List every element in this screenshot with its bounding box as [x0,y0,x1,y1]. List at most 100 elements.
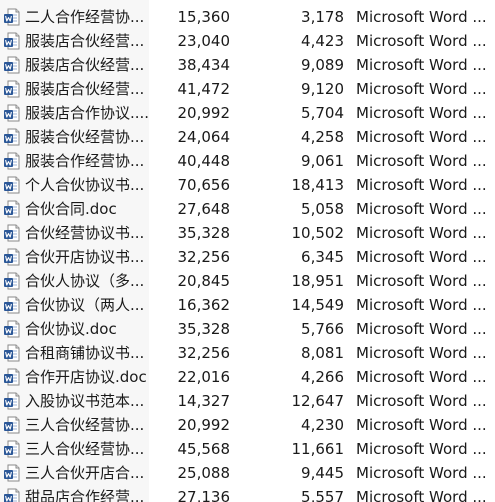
word-document-icon [3,32,21,50]
file-type: Microsoft Word ... [356,440,487,458]
file-row-13[interactable]: 合伙协议（两人... 16,362 14,549 Microsoft Word … [0,293,495,317]
file-row-4[interactable]: 服装店合伙经营... 41,472 9,120 Microsoft Word .… [0,77,495,101]
file-row-3[interactable]: 服装店合伙经营... 38,434 9,089 Microsoft Word .… [0,53,495,77]
file-size: 4,266 [301,368,344,386]
file-size: 12,647 [291,392,345,410]
word-document-icon [3,488,21,502]
file-type: Microsoft Word ... [356,56,487,74]
file-row-5[interactable]: 服装店合作协议.... 20,992 5,704 Microsoft Word … [0,101,495,125]
file-type: Microsoft Word ... [356,344,487,362]
file-name: 二人合作经营协... [25,8,145,26]
file-name: 服装合作经营协... [25,152,145,170]
file-row-19[interactable]: 三人合伙经营协... 45,568 11,661 Microsoft Word … [0,437,495,461]
file-size: 18,413 [291,176,345,194]
file-size: 8,081 [301,344,344,362]
file-size: 5,557 [301,488,344,502]
file-type: Microsoft Word ... [356,32,487,50]
word-document-icon [3,80,21,98]
word-document-icon [3,440,21,458]
file-type: Microsoft Word ... [356,176,487,194]
file-type: Microsoft Word ... [356,152,487,170]
word-document-icon [3,104,21,122]
file-row-6[interactable]: 服装合伙经营协... 24,064 4,258 Microsoft Word .… [0,125,495,149]
file-compressed-size: 15,360 [177,8,231,26]
word-document-icon [3,344,21,362]
file-row-7[interactable]: 服装合作经营协... 40,448 9,061 Microsoft Word .… [0,149,495,173]
file-compressed-size: 20,992 [177,104,231,122]
file-type: Microsoft Word ... [356,104,487,122]
file-type: Microsoft Word ... [356,224,487,242]
file-row-21[interactable]: 甜品店合作经营... 27,136 5,557 Microsoft Word .… [0,485,495,502]
file-type: Microsoft Word ... [356,320,487,338]
word-document-icon [3,296,21,314]
file-row-1[interactable]: 二人合作经营协... 15,360 3,178 Microsoft Word .… [0,5,495,29]
file-compressed-size: 35,328 [177,224,231,242]
file-size: 4,230 [301,416,344,434]
file-compressed-size: 22,016 [177,368,231,386]
word-document-icon [3,392,21,410]
file-name: 三人合伙开店合... [25,464,145,482]
file-type: Microsoft Word ... [356,416,487,434]
file-row-12[interactable]: 合伙人协议（多... 20,845 18,951 Microsoft Word … [0,269,495,293]
word-document-icon [3,368,21,386]
file-name: 服装店合伙经营... [25,56,145,74]
file-name: 三人合伙经营协... [25,416,145,434]
file-type: Microsoft Word ... [356,272,487,290]
file-type: Microsoft Word ... [356,200,487,218]
file-type: Microsoft Word ... [356,368,487,386]
word-document-icon [3,56,21,74]
file-compressed-size: 14,327 [177,392,231,410]
file-compressed-size: 24,064 [177,128,231,146]
file-size: 6,345 [301,248,344,266]
file-size: 4,258 [301,128,344,146]
file-row-10[interactable]: 合伙经营协议书... 35,328 10,502 Microsoft Word … [0,221,495,245]
file-row-20[interactable]: 三人合伙开店合... 25,088 9,445 Microsoft Word .… [0,461,495,485]
file-row-2[interactable]: 服装店合伙经营... 23,040 4,423 Microsoft Word .… [0,29,495,53]
file-name: 合伙协议（两人... [25,296,145,314]
file-size: 9,061 [301,152,344,170]
word-document-icon [3,152,21,170]
file-size: 9,445 [301,464,344,482]
file-row-18[interactable]: 三人合伙经营协... 20,992 4,230 Microsoft Word .… [0,413,495,437]
file-name: 合伙人协议（多... [25,272,145,290]
word-document-icon [3,320,21,338]
word-document-icon [3,200,21,218]
file-name: 入股协议书范本... [25,392,145,410]
file-name: 合伙协议.doc [25,320,117,338]
file-compressed-size: 70,656 [177,176,231,194]
word-document-icon [3,224,21,242]
file-name: 合伙开店协议书... [25,248,145,266]
file-name: 合伙合同.doc [25,200,117,218]
file-type: Microsoft Word ... [356,296,487,314]
file-compressed-size: 20,992 [177,416,231,434]
file-compressed-size: 32,256 [177,344,231,362]
file-name: 合伙经营协议书... [25,224,145,242]
file-type: Microsoft Word ... [356,464,487,482]
word-document-icon [3,128,21,146]
file-row-14[interactable]: 合伙协议.doc 35,328 5,766 Microsoft Word ... [0,317,495,341]
file-compressed-size: 25,088 [177,464,231,482]
file-compressed-size: 38,434 [177,56,231,74]
file-size: 5,766 [301,320,344,338]
file-name: 甜品店合作经营... [25,488,145,502]
file-name: 个人合伙协议书... [25,176,145,194]
file-size: 10,502 [291,224,345,242]
file-row-8[interactable]: 个人合伙协议书... 70,656 18,413 Microsoft Word … [0,173,495,197]
file-compressed-size: 41,472 [177,80,231,98]
word-document-icon [3,464,21,482]
file-list: 二人合作经营协... 15,360 3,178 Microsoft Word .… [0,0,495,502]
word-document-icon [3,176,21,194]
file-size: 9,089 [301,56,344,74]
file-name: 三人合伙经营协... [25,440,145,458]
file-row-15[interactable]: 合租商铺协议书... 32,256 8,081 Microsoft Word .… [0,341,495,365]
file-row-11[interactable]: 合伙开店协议书... 32,256 6,345 Microsoft Word .… [0,245,495,269]
file-row-9[interactable]: 合伙合同.doc 27,648 5,058 Microsoft Word ... [0,197,495,221]
file-compressed-size: 40,448 [177,152,231,170]
file-type: Microsoft Word ... [356,248,487,266]
file-name: 服装店合伙经营... [25,32,145,50]
file-type: Microsoft Word ... [356,488,487,502]
word-document-icon [3,416,21,434]
file-row-16[interactable]: 合作开店协议.doc 22,016 4,266 Microsoft Word .… [0,365,495,389]
file-row-17[interactable]: 入股协议书范本... 14,327 12,647 Microsoft Word … [0,389,495,413]
file-size: 4,423 [301,32,344,50]
